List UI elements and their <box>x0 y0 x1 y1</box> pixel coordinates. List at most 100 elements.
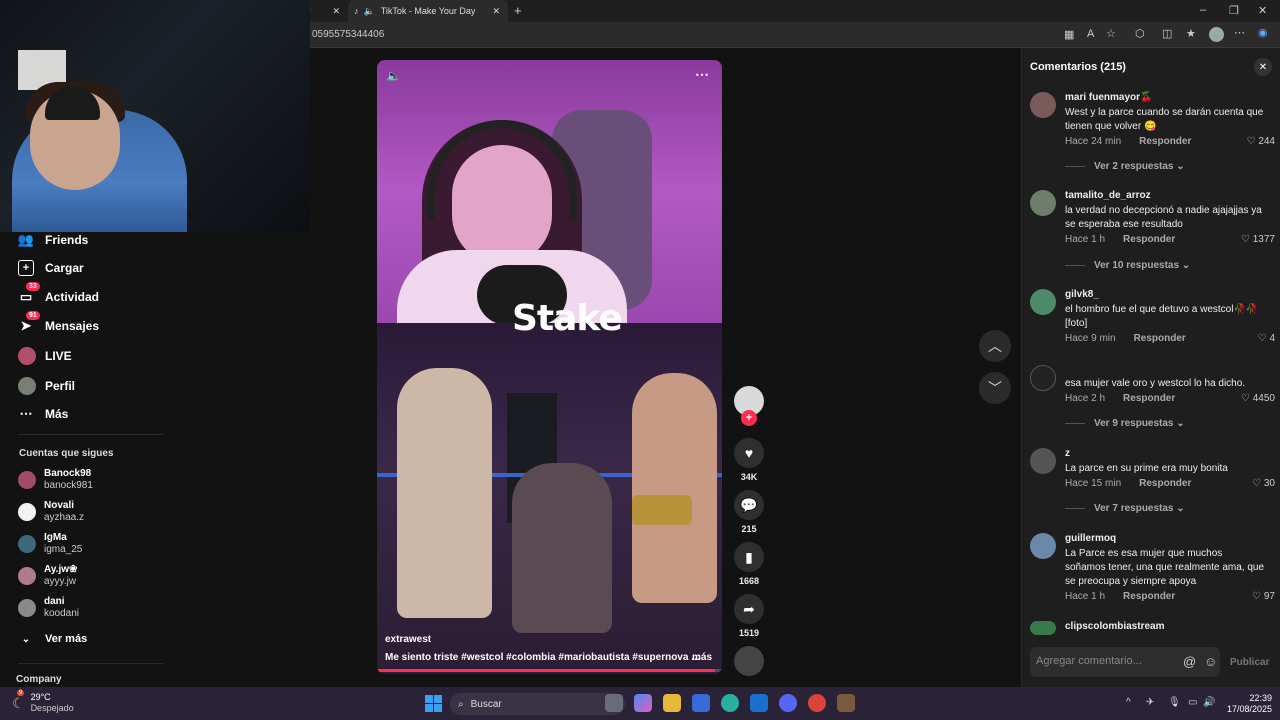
reply-button[interactable]: Responder <box>1123 591 1175 602</box>
save-button[interactable]: ▮ 1668 <box>734 542 764 586</box>
notification-badge: 91 <box>26 311 40 320</box>
comment-like-button[interactable]: ♡ 244 <box>1247 136 1275 147</box>
music-disc-button[interactable] <box>734 646 764 676</box>
edge-icon[interactable] <box>721 694 739 712</box>
previous-video-button[interactable]: ︿ <box>979 330 1011 362</box>
emoji-icon[interactable]: ☺ <box>1204 654 1217 669</box>
sidebar-item-more[interactable]: ⋯ Más <box>18 406 69 422</box>
favorites-icon[interactable]: ★ <box>1186 27 1196 40</box>
following-item[interactable]: Ay.jw❀ ayyy.jw <box>18 564 77 588</box>
close-window-button[interactable]: ✕ <box>1258 4 1267 17</box>
apps-icon[interactable]: ▦ <box>1064 28 1074 41</box>
sidebar-item-friends[interactable]: 👥 Friends <box>18 232 88 248</box>
avatar[interactable] <box>1030 448 1056 474</box>
view-replies-button[interactable]: Ver 9 respuestas ⌄ <box>1065 418 1185 429</box>
comment-user[interactable]: mari fuenmayor🍒 <box>1065 92 1152 103</box>
like-button[interactable]: ♥ 34K <box>734 438 764 482</box>
volume-icon[interactable]: 🔊 <box>1203 697 1215 708</box>
comment-user[interactable]: guillermoq <box>1065 533 1116 544</box>
comment-like-button[interactable]: ♡ 97 <box>1252 591 1275 602</box>
avatar[interactable] <box>1030 92 1056 118</box>
display-icon[interactable]: ▭ <box>1188 697 1197 708</box>
split-screen-icon[interactable]: ◫ <box>1162 27 1172 40</box>
post-comment-button[interactable]: Publicar <box>1230 657 1269 668</box>
reply-button[interactable]: Responder <box>1123 393 1175 404</box>
avatar[interactable] <box>1030 365 1056 391</box>
share-button[interactable]: ➦ 1519 <box>734 594 764 638</box>
company-link[interactable]: Company <box>16 674 62 685</box>
file-explorer-icon[interactable] <box>663 694 681 712</box>
video-more-button[interactable]: más <box>692 652 712 663</box>
menu-icon[interactable]: ⋯ <box>1234 26 1245 39</box>
comment-user[interactable]: gilvk8_ <box>1065 289 1099 300</box>
read-aloud-icon[interactable]: A <box>1087 28 1094 40</box>
comment-user[interactable]: tamalito_de_arroz <box>1065 190 1151 201</box>
comment-text: la verdad no decepcionó a nadie ajajajja… <box>1065 205 1262 230</box>
maximize-button[interactable]: ❐ <box>1229 4 1239 17</box>
comment-like-button[interactable]: ♡ 1377 <box>1241 234 1275 245</box>
weather-widget[interactable]: ☾ 9 29°C Despejado <box>12 689 74 714</box>
comment-user[interactable]: z <box>1065 448 1070 459</box>
taskbar-search[interactable]: ⌕ Buscar <box>450 693 625 715</box>
see-more-button[interactable]: ⌄ Ver más <box>18 631 87 647</box>
author-avatar-button[interactable]: + <box>734 386 764 426</box>
reply-button[interactable]: Responder <box>1139 478 1191 489</box>
url-field[interactable]: 0595575344406 <box>312 29 384 40</box>
comment-like-button[interactable]: ♡ 4 <box>1258 333 1275 344</box>
speaker-icon[interactable]: 🔈 <box>364 6 375 17</box>
close-comments-button[interactable]: ✕ <box>1254 58 1272 76</box>
taskbar-clock[interactable]: 22:39 17/08/2025 <box>1222 693 1272 715</box>
following-item[interactable]: Novali ayzhaa.z <box>18 500 84 524</box>
task-view-icon[interactable] <box>605 694 623 712</box>
close-icon[interactable]: ✕ <box>492 6 500 17</box>
following-item[interactable]: Banock98 banock981 <box>18 468 93 492</box>
video-player[interactable]: Stake 🔈 ⋯ extrawest Me siento triste #we… <box>377 60 722 674</box>
chrome-icon[interactable] <box>808 694 826 712</box>
avatar[interactable] <box>1030 621 1056 635</box>
view-replies-button[interactable]: Ver 7 respuestas ⌄ <box>1065 503 1185 514</box>
next-video-button[interactable]: ﹀ <box>979 372 1011 404</box>
following-item[interactable]: dani koodani <box>18 596 79 620</box>
comment-button[interactable]: 💬 215 <box>734 490 764 534</box>
view-replies-button[interactable]: Ver 2 respuestas ⌄ <box>1065 161 1185 172</box>
comment-user[interactable]: clipscolombiastream <box>1065 621 1164 632</box>
microphone-icon[interactable]: 🎙 <box>1168 697 1181 708</box>
browser-tab-tiktok[interactable]: ♪ 🔈 TikTok - Make Your Day ✕ <box>348 0 508 22</box>
favorite-icon[interactable]: ☆ <box>1106 27 1116 40</box>
extensions-icon[interactable]: ⬡ <box>1135 27 1145 40</box>
view-replies-button[interactable]: Ver 10 respuestas ⌄ <box>1065 260 1190 271</box>
video-author[interactable]: extrawest <box>385 634 431 645</box>
store-icon[interactable] <box>692 694 710 712</box>
new-tab-button[interactable]: + <box>514 3 522 18</box>
avatar[interactable] <box>1030 289 1056 315</box>
network-off-icon[interactable]: ✈ <box>1146 697 1154 708</box>
reply-button[interactable]: Responder <box>1123 234 1175 245</box>
speaker-icon[interactable]: 🔈 <box>386 69 401 83</box>
comment-like-button[interactable]: ♡ 30 <box>1252 478 1275 489</box>
mention-icon[interactable]: @ <box>1183 654 1196 669</box>
follow-plus-icon[interactable]: + <box>741 410 757 426</box>
avatar[interactable] <box>1030 190 1056 216</box>
comment-like-button[interactable]: ♡ 4450 <box>1241 393 1275 404</box>
reply-button[interactable]: Responder <box>1134 333 1186 344</box>
avatar[interactable] <box>1030 533 1056 559</box>
discord-icon[interactable] <box>779 694 797 712</box>
reply-button[interactable]: Responder <box>1139 136 1191 147</box>
copilot-icon[interactable]: ◉ <box>1258 26 1268 39</box>
sidebar-item-activity[interactable]: ▭ 33 Actividad <box>18 282 99 305</box>
minimize-button[interactable]: – <box>1200 4 1206 16</box>
sidebar-item-messages[interactable]: ➤ 91 Mensajes <box>18 311 99 334</box>
sidebar-item-live[interactable]: LIVE <box>18 347 72 365</box>
copilot-app-icon[interactable] <box>634 694 652 712</box>
avatar[interactable] <box>1209 27 1224 42</box>
sidebar-item-upload[interactable]: + Cargar <box>18 260 84 276</box>
more-options-icon[interactable]: ⋯ <box>695 66 709 83</box>
sidebar-item-profile[interactable]: Perfil <box>18 377 75 395</box>
following-item[interactable]: IgMa igma_25 <box>18 532 82 556</box>
outlook-icon[interactable] <box>750 694 768 712</box>
close-icon[interactable]: ✕ <box>333 6 341 17</box>
chevron-up-icon[interactable]: ^ <box>1126 697 1131 708</box>
windows-start-icon[interactable] <box>425 695 442 712</box>
video-progress-bar[interactable] <box>377 669 722 672</box>
minecraft-icon[interactable] <box>837 694 855 712</box>
